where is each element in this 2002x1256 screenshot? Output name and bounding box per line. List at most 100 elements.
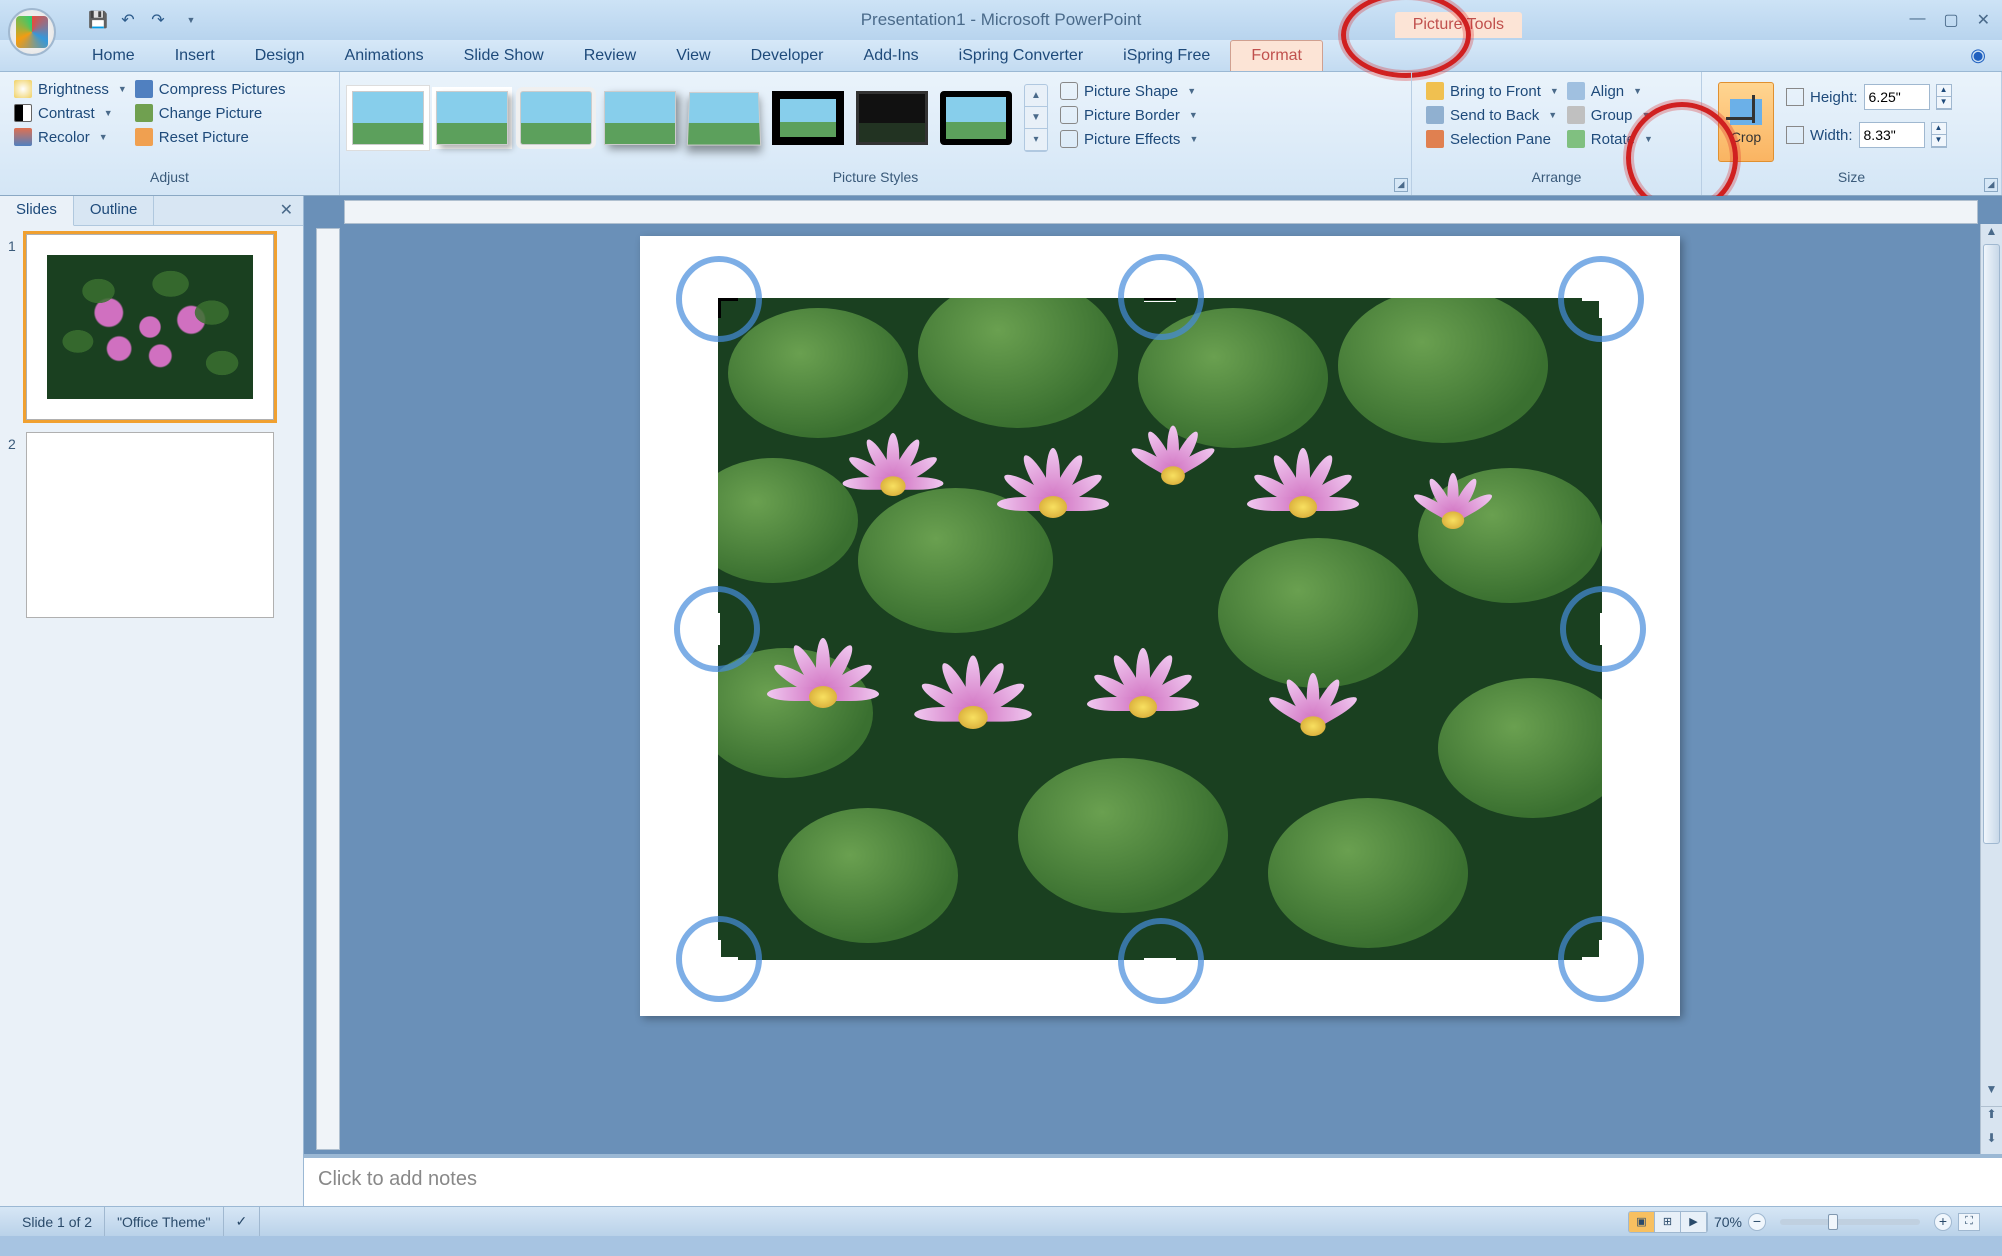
size-dialog-launcher[interactable]: ◢ <box>1984 178 1998 192</box>
zoom-in-button[interactable]: + <box>1934 1213 1952 1231</box>
scroll-down-icon[interactable]: ▼ <box>1981 1082 2002 1102</box>
send-to-back-button[interactable]: Send to Back▼ <box>1426 106 1559 124</box>
adjust-group-label: Adjust <box>10 169 329 191</box>
picture-border-button[interactable]: Picture Border▼ <box>1060 106 1198 124</box>
save-icon[interactable]: 💾 <box>88 10 108 30</box>
picture-style-7[interactable] <box>856 91 928 145</box>
crop-handle-bottom-left[interactable] <box>718 940 738 960</box>
align-button[interactable]: Align▼ <box>1567 82 1653 100</box>
crop-handle-bottom-right[interactable] <box>1582 940 1602 960</box>
canvas-area[interactable] <box>340 224 1980 1154</box>
maximize-icon[interactable]: ▢ <box>1943 10 1958 30</box>
picture-style-2[interactable] <box>436 91 508 145</box>
outline-tab[interactable]: Outline <box>74 196 155 225</box>
picture-content <box>718 298 1602 960</box>
crop-handle-top-right[interactable] <box>1582 298 1602 318</box>
tab-ispring-free[interactable]: iSpring Free <box>1103 41 1230 71</box>
selection-pane-button[interactable]: Selection Pane <box>1426 130 1559 148</box>
picture-styles-dialog-launcher[interactable]: ◢ <box>1394 178 1408 192</box>
redo-icon[interactable]: ↷ <box>148 10 168 30</box>
crop-button[interactable]: Crop <box>1718 82 1774 162</box>
undo-icon[interactable]: ↶ <box>118 10 138 30</box>
slide-canvas[interactable] <box>640 236 1680 1016</box>
picture-style-8[interactable] <box>940 91 1012 145</box>
scrollbar-thumb[interactable] <box>1983 244 2000 844</box>
picture-effects-icon <box>1060 130 1078 148</box>
ribbon-group-adjust: Brightness▼ Contrast▼ Recolor▼ Compress … <box>0 72 340 195</box>
crop-handle-top-left[interactable] <box>718 298 738 318</box>
zoom-slider[interactable] <box>1780 1219 1920 1225</box>
picture-style-6[interactable] <box>772 91 844 145</box>
height-input[interactable] <box>1864 84 1930 110</box>
compress-pictures-button[interactable]: Compress Pictures <box>135 80 286 98</box>
tab-insert[interactable]: Insert <box>155 41 235 71</box>
picture-shape-button[interactable]: Picture Shape▼ <box>1060 82 1198 100</box>
width-spinner[interactable]: ▲▼ <box>1931 122 1947 148</box>
status-spellcheck-icon[interactable]: ✓ <box>224 1207 261 1236</box>
crop-handle-left[interactable] <box>718 613 721 645</box>
crop-handle-bottom[interactable] <box>1144 957 1176 960</box>
selected-picture[interactable] <box>718 298 1602 960</box>
brightness-button[interactable]: Brightness▼ <box>14 80 127 98</box>
qat-more-icon[interactable]: ▼ <box>181 10 201 30</box>
normal-view-button[interactable]: ▣ <box>1629 1212 1655 1232</box>
slide-thumb-2[interactable] <box>26 432 274 618</box>
vertical-scrollbar[interactable]: ▲ ▼ ⬆ ⬇ <box>1980 224 2002 1154</box>
help-icon[interactable]: ◉ <box>1970 45 1986 66</box>
reset-picture-icon <box>135 128 153 146</box>
change-picture-button[interactable]: Change Picture <box>135 104 286 122</box>
size-group-label: Size <box>1712 169 1991 191</box>
scroll-up-icon[interactable]: ▲ <box>1981 224 2002 244</box>
slide-thumb-1[interactable] <box>26 234 274 420</box>
sorter-view-button[interactable]: ⊞ <box>1655 1212 1681 1232</box>
tab-design[interactable]: Design <box>235 41 325 71</box>
gallery-up-icon[interactable]: ▲ <box>1025 85 1047 107</box>
height-spinner[interactable]: ▲▼ <box>1936 84 1952 110</box>
tab-home[interactable]: Home <box>72 41 155 71</box>
zoom-level[interactable]: 70% <box>1714 1214 1742 1230</box>
contrast-icon <box>14 104 32 122</box>
slide-1-number: 1 <box>8 234 26 420</box>
slideshow-view-button[interactable]: ▶ <box>1681 1212 1707 1232</box>
picture-effects-button[interactable]: Picture Effects▼ <box>1060 130 1198 148</box>
tab-developer[interactable]: Developer <box>731 41 844 71</box>
reset-picture-button[interactable]: Reset Picture <box>135 128 286 146</box>
office-button[interactable] <box>8 8 56 56</box>
width-input[interactable] <box>1859 122 1925 148</box>
picture-style-5[interactable] <box>687 92 761 146</box>
tab-view[interactable]: View <box>656 41 730 71</box>
tab-ispring-converter[interactable]: iSpring Converter <box>939 41 1104 71</box>
tab-addins[interactable]: Add-Ins <box>844 41 939 71</box>
rotate-button[interactable]: Rotate▼ <box>1567 130 1653 148</box>
minimize-icon[interactable]: — <box>1909 10 1925 30</box>
notes-pane[interactable]: Click to add notes <box>304 1154 2002 1206</box>
picture-styles-group-label: Picture Styles <box>344 169 1407 191</box>
contrast-button[interactable]: Contrast▼ <box>14 104 127 122</box>
crop-handle-right[interactable] <box>1599 613 1602 645</box>
tab-format[interactable]: Format <box>1230 40 1323 71</box>
next-slide-icon[interactable]: ⬇ <box>1981 1131 2002 1155</box>
vertical-ruler <box>316 228 340 1150</box>
tab-review[interactable]: Review <box>564 41 656 71</box>
picture-style-3[interactable] <box>520 91 592 145</box>
picture-style-4[interactable] <box>604 91 676 145</box>
fit-to-window-button[interactable]: ⛶ <box>1958 1213 1980 1231</box>
tab-slideshow[interactable]: Slide Show <box>444 41 564 71</box>
slides-tab[interactable]: Slides <box>0 196 74 226</box>
crop-handle-top[interactable] <box>1144 298 1176 301</box>
group-button[interactable]: Group▼ <box>1567 106 1653 124</box>
zoom-out-button[interactable]: − <box>1748 1213 1766 1231</box>
gallery-more-icon[interactable]: ▾ <box>1025 129 1047 151</box>
prev-slide-icon[interactable]: ⬆ <box>1981 1107 2002 1131</box>
tab-animations[interactable]: Animations <box>325 41 444 71</box>
gallery-down-icon[interactable]: ▼ <box>1025 107 1047 129</box>
picture-style-1[interactable] <box>352 91 424 145</box>
ribbon-tabs: Home Insert Design Animations Slide Show… <box>0 40 2002 72</box>
title-bar: 💾 ↶ ↷ ▼ Presentation1 - Microsoft PowerP… <box>0 0 2002 40</box>
window-title: Presentation1 - Microsoft PowerPoint <box>861 10 1142 30</box>
close-icon[interactable]: ✕ <box>1977 10 1990 30</box>
bring-to-front-button[interactable]: Bring to Front▼ <box>1426 82 1559 100</box>
group-icon <box>1567 106 1585 124</box>
recolor-button[interactable]: Recolor▼ <box>14 128 127 146</box>
panel-close-icon[interactable]: ✕ <box>270 196 303 225</box>
